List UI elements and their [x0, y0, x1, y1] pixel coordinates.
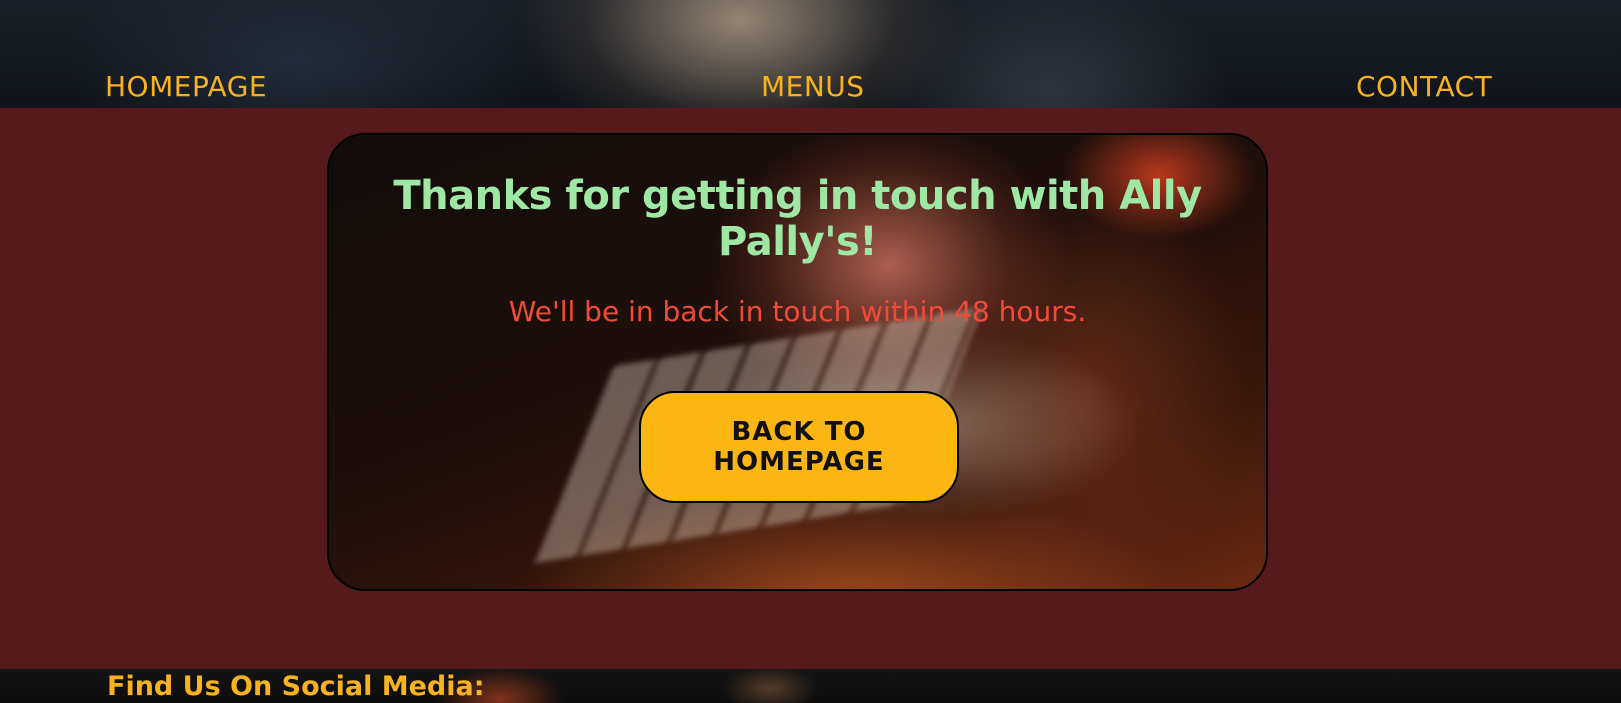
nav-homepage-link[interactable]: HOMEPAGE	[105, 70, 267, 103]
main-content: Thanks for getting in touch with Ally Pa…	[0, 108, 1621, 669]
nav-menus-link[interactable]: MENUS	[761, 70, 865, 103]
social-media-heading: Find Us On Social Media:	[107, 671, 485, 702]
site-footer: Find Us On Social Media:	[0, 669, 1621, 703]
confirmation-message: We'll be in back in touch within 48 hour…	[508, 295, 1087, 328]
confirmation-title: Thanks for getting in touch with Ally Pa…	[393, 173, 1202, 265]
back-to-homepage-button[interactable]: BACK TO HOMEPAGE	[639, 391, 959, 503]
site-header: HOMEPAGE MENUS CONTACT	[0, 0, 1621, 108]
nav-contact-link[interactable]: CONTACT	[1356, 70, 1492, 103]
confirmation-card: Thanks for getting in touch with Ally Pa…	[327, 133, 1268, 591]
